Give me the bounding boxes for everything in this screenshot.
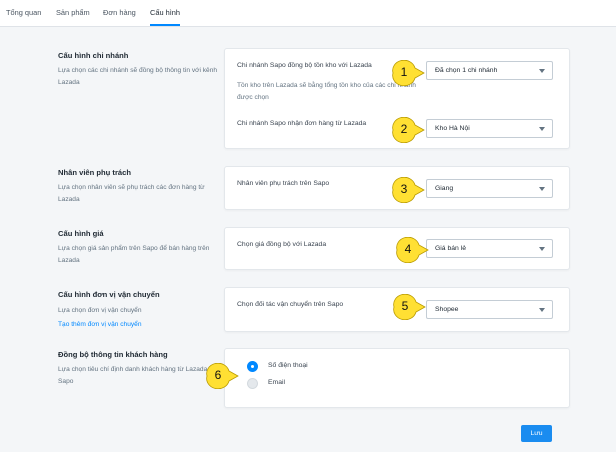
- staff-field-label: Nhân viên phụ trách trên Sapo: [237, 180, 330, 187]
- staff-section-title: Nhân viên phụ trách: [58, 168, 131, 177]
- staff-select[interactable]: Giang: [426, 179, 553, 198]
- customer-section-title: Đồng bộ thông tin khách hàng: [58, 350, 168, 359]
- callout-6-number: 6: [214, 368, 222, 382]
- shipping-section-desc: Lựa chọn đơn vị vận chuyển: [58, 307, 142, 314]
- price-value: Giá bán lẻ: [435, 245, 466, 252]
- callout-3-marker: 3: [390, 177, 426, 203]
- staff-value: Giang: [435, 185, 454, 192]
- callout-2-marker: 2: [390, 117, 426, 143]
- chevron-down-icon: [539, 127, 545, 131]
- inventory-branch-label: Chi nhánh Sapo đồng bộ tồn kho với Lazad…: [237, 62, 372, 69]
- price-select[interactable]: Giá bán lẻ: [426, 239, 553, 258]
- inventory-branch-select[interactable]: Đã chọn 1 chi nhánh: [426, 61, 553, 80]
- callout-1-marker: 1: [390, 60, 426, 86]
- top-tab-bar: Tổng quan Sản phẩm Đơn hàng Cấu hình: [0, 0, 616, 27]
- order-branch-value: Kho Hà Nội: [435, 125, 470, 132]
- phone-radio[interactable]: [247, 361, 258, 372]
- tab-products[interactable]: Sản phẩm: [56, 8, 90, 17]
- callout-5-number: 5: [401, 299, 409, 313]
- customer-section-desc: Lựa chọn tiêu chí định danh khách hàng t…: [58, 366, 217, 385]
- callout-4-number: 4: [404, 242, 412, 256]
- tab-settings[interactable]: Cấu hình: [150, 8, 180, 17]
- chevron-down-icon: [539, 187, 545, 191]
- order-branch-select[interactable]: Kho Hà Nội: [426, 119, 553, 138]
- callout-1-number: 1: [400, 65, 408, 79]
- price-section-desc: Lựa chọn giá sản phẩm trên Sapo để bán h…: [58, 245, 210, 264]
- customer-card: [224, 348, 570, 408]
- price-section-title: Cấu hình giá: [58, 229, 104, 238]
- branch-section-desc: Lựa chọn các chi nhánh sẽ đồng bộ thông …: [58, 67, 218, 86]
- callout-5-marker: 5: [391, 294, 427, 320]
- chevron-down-icon: [539, 247, 545, 251]
- callout-6-marker: 6: [204, 363, 240, 389]
- callout-2-number: 2: [400, 122, 408, 136]
- add-shipping-link[interactable]: Tạo thêm đơn vị vận chuyển: [58, 321, 142, 328]
- email-radio[interactable]: [247, 378, 258, 389]
- staff-section-desc: Lựa chọn nhân viên sẽ phụ trách các đơn …: [58, 184, 205, 203]
- callout-4-marker: 4: [394, 237, 430, 263]
- branch-section-title: Cấu hình chi nhánh: [58, 51, 129, 60]
- save-button[interactable]: Lưu: [521, 425, 552, 442]
- inventory-branch-value: Đã chọn 1 chi nhánh: [435, 67, 498, 74]
- tab-overview[interactable]: Tổng quan: [6, 8, 41, 17]
- order-branch-label: Chi nhánh Sapo nhận đơn hàng từ Lazada: [237, 120, 367, 127]
- chevron-down-icon: [539, 308, 545, 312]
- shipping-select[interactable]: Shopee: [426, 300, 553, 319]
- shipping-section-title: Cấu hình đơn vị vận chuyển: [58, 290, 160, 299]
- email-radio-label: Email: [268, 379, 285, 386]
- callout-3-number: 3: [400, 182, 408, 196]
- phone-radio-label: Số điện thoại: [268, 362, 308, 369]
- tab-orders[interactable]: Đơn hàng: [103, 8, 136, 17]
- shipping-field-label: Chọn đối tác vận chuyển trên Sapo: [237, 301, 344, 308]
- price-field-label: Chọn giá đồng bộ với Lazada: [237, 241, 327, 248]
- shipping-value: Shopee: [435, 306, 459, 313]
- chevron-down-icon: [539, 69, 545, 73]
- active-tab-indicator: [150, 24, 180, 26]
